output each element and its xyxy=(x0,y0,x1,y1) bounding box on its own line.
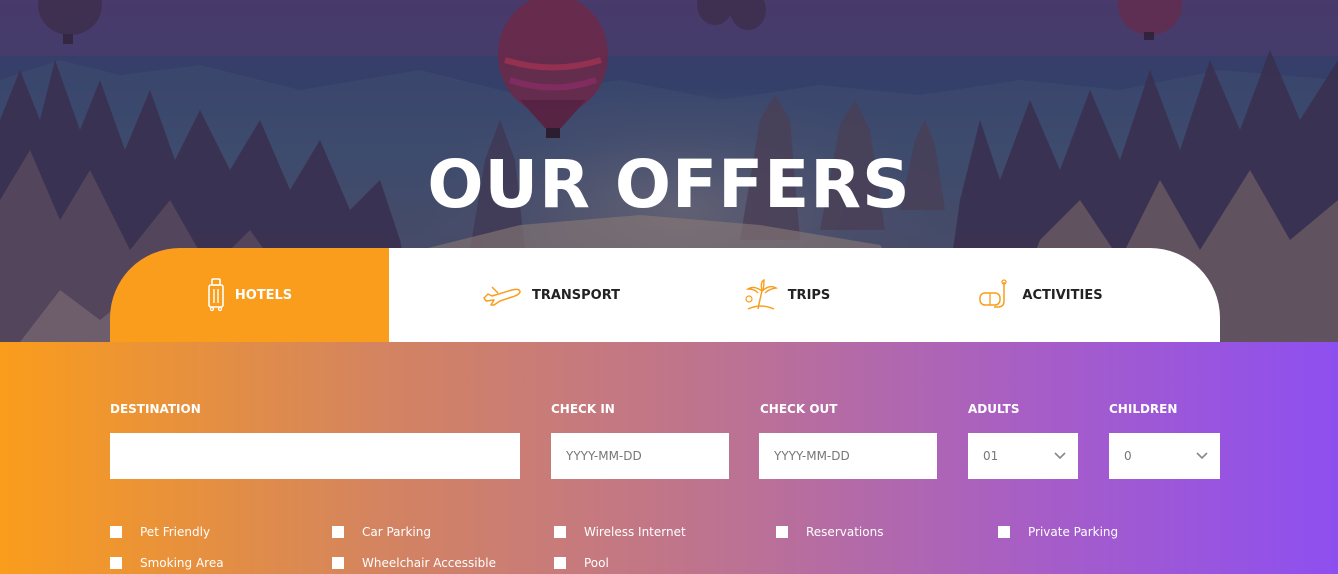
adults-value: 01 xyxy=(983,449,999,463)
amenity-label: Car Parking xyxy=(362,525,431,539)
check-out-label: CHECK OUT xyxy=(760,402,838,416)
checkbox[interactable] xyxy=(554,557,566,569)
checkbox[interactable] xyxy=(332,526,344,538)
tab-strip-inactive: TRANSPORT TRIPS ACTIVITIES xyxy=(389,248,1220,342)
checkbox[interactable] xyxy=(110,557,122,569)
amenity-label: Reservations xyxy=(806,525,884,539)
chevron-down-icon xyxy=(1054,449,1066,463)
checkbox[interactable] xyxy=(998,526,1010,538)
search-panel: DESTINATION CHECK IN CHECK OUT ADULTS CH… xyxy=(0,342,1338,574)
check-out-input[interactable]: YYYY-MM-DD xyxy=(759,433,937,479)
children-label: CHILDREN xyxy=(1109,402,1178,416)
tab-hotels[interactable]: HOTELS xyxy=(110,248,389,342)
amenity-private-parking[interactable]: Private Parking xyxy=(998,525,1118,539)
checkbox[interactable] xyxy=(110,526,122,538)
amenity-pool[interactable]: Pool xyxy=(554,556,609,570)
tab-trips-label: TRIPS xyxy=(787,287,831,303)
children-value: 0 xyxy=(1124,449,1132,463)
tab-hotels-label: HOTELS xyxy=(234,287,293,303)
amenity-pet-friendly[interactable]: Pet Friendly xyxy=(110,525,210,539)
chevron-down-icon xyxy=(1196,449,1208,463)
snorkel-icon xyxy=(978,279,1012,311)
page-title: OUR OFFERS xyxy=(427,146,911,223)
tab-transport-label: TRANSPORT xyxy=(531,287,621,303)
offer-tabs: HOTELS TRANSPORT TRIPS ACTIVITIES xyxy=(110,248,1220,342)
amenity-wheelchair-accessible[interactable]: Wheelchair Accessible xyxy=(332,556,496,570)
check-in-placeholder: YYYY-MM-DD xyxy=(566,449,642,463)
destination-input[interactable] xyxy=(110,433,520,479)
amenity-label: Wireless Internet xyxy=(584,525,686,539)
amenity-label: Wheelchair Accessible xyxy=(362,556,496,570)
tab-trips[interactable]: TRIPS xyxy=(713,248,861,342)
check-out-placeholder: YYYY-MM-DD xyxy=(774,449,850,463)
destination-label: DESTINATION xyxy=(110,402,201,416)
checkbox[interactable] xyxy=(776,526,788,538)
amenity-wireless-internet[interactable]: Wireless Internet xyxy=(554,525,686,539)
tab-activities[interactable]: ACTIVITIES xyxy=(861,248,1220,342)
check-in-input[interactable]: YYYY-MM-DD xyxy=(551,433,729,479)
amenity-label: Pet Friendly xyxy=(140,525,211,539)
adults-label: ADULTS xyxy=(968,402,1020,416)
palm-tree-icon xyxy=(744,279,778,311)
luggage-icon xyxy=(207,278,225,312)
checkbox[interactable] xyxy=(554,526,566,538)
amenity-smoking-area[interactable]: Smoking Area xyxy=(110,556,224,570)
tab-transport[interactable]: TRANSPORT xyxy=(389,248,713,342)
children-select[interactable]: 0 xyxy=(1109,433,1220,479)
amenity-label: Smoking Area xyxy=(140,556,224,570)
amenity-label: Pool xyxy=(584,556,609,570)
tab-activities-label: ACTIVITIES xyxy=(1022,287,1103,303)
amenity-reservations[interactable]: Reservations xyxy=(776,525,883,539)
amenity-label: Private Parking xyxy=(1028,525,1119,539)
amenity-car-parking[interactable]: Car Parking xyxy=(332,525,431,539)
checkbox[interactable] xyxy=(332,557,344,569)
check-in-label: CHECK IN xyxy=(551,402,615,416)
adults-select[interactable]: 01 xyxy=(968,433,1078,479)
airplane-icon xyxy=(482,284,522,306)
